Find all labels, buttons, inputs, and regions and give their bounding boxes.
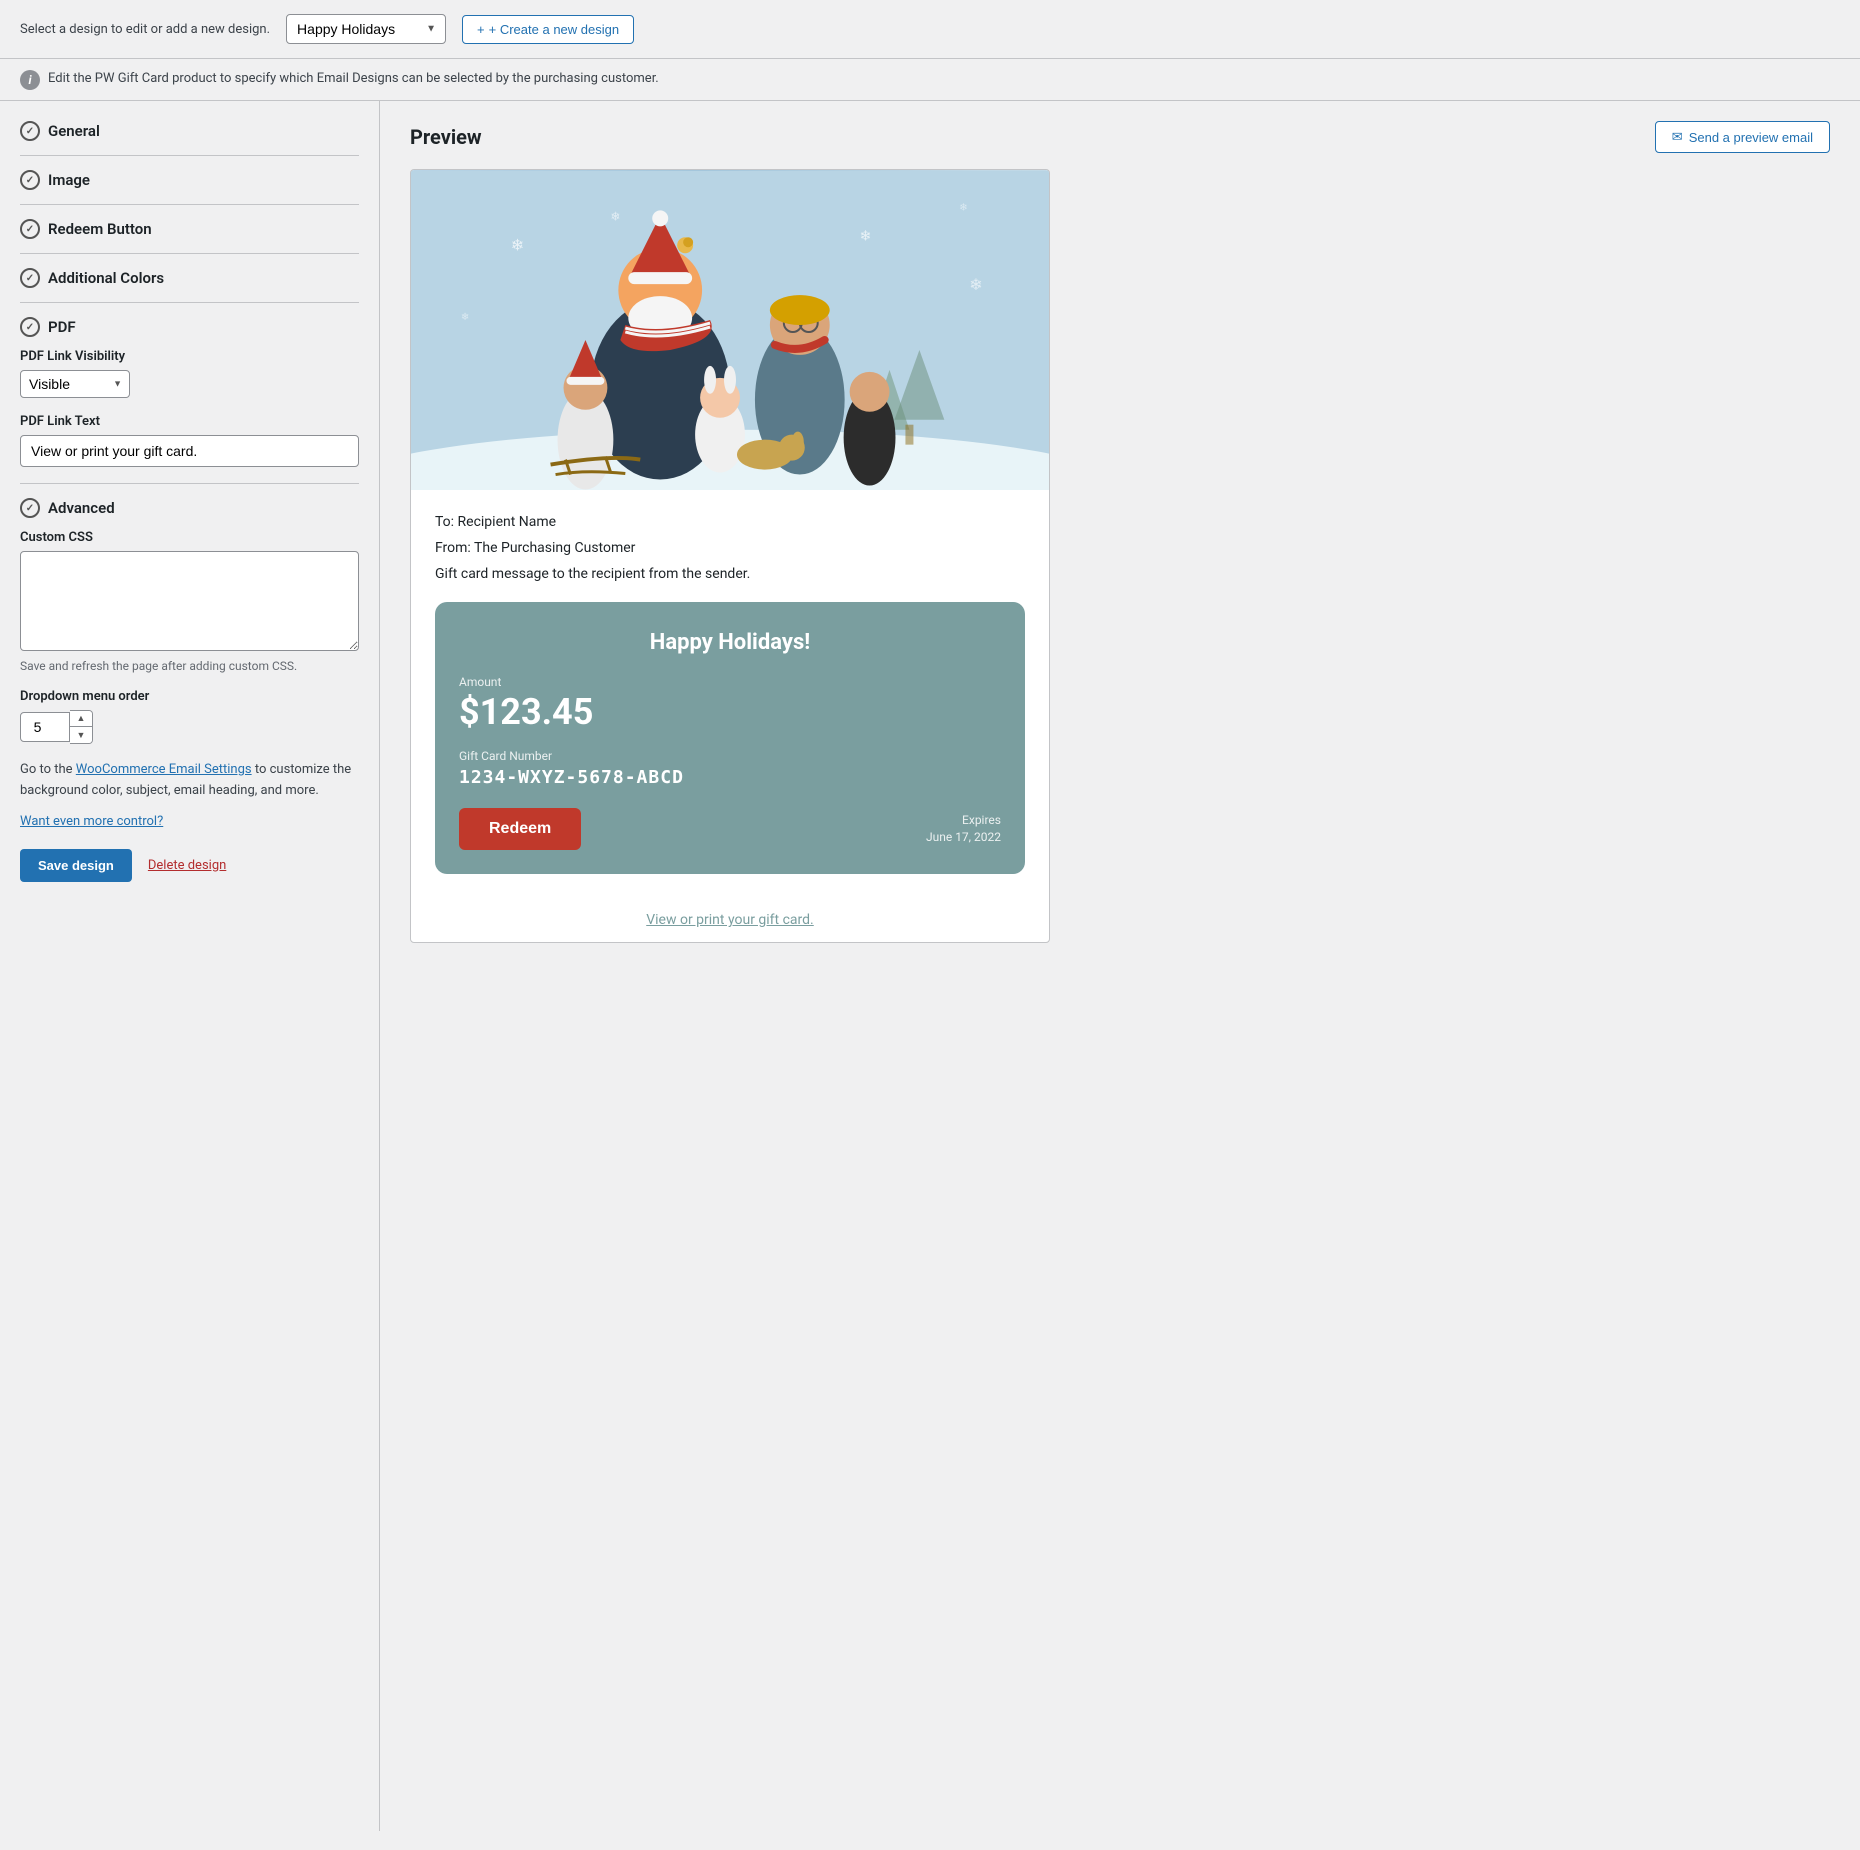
custom-css-hint: Save and refresh the page after adding c… [20, 659, 359, 673]
section-redeem-label: Redeem Button [48, 220, 152, 238]
gc-amount: $123.45 [459, 691, 1001, 733]
chevron-advanced-icon: ✓ [20, 498, 40, 518]
preview-message: Gift card message to the recipient from … [435, 566, 1025, 582]
preview-to: To: Recipient Name [435, 514, 1025, 530]
custom-css-label: Custom CSS [20, 530, 359, 545]
sidebar: ✓ General ✓ Image ✓ Redeem Button ✓ Addi… [0, 101, 380, 1831]
stepper-up-button[interactable]: ▲ [70, 711, 92, 727]
divider-redeem [20, 253, 359, 254]
email-preview-card: ❄ ❄ ❄ ❄ ❄ ❄ To: Recipie [410, 169, 1050, 943]
preview-area: Preview ✉ Send a preview email [380, 101, 1860, 1831]
gc-expires-label: Expires [962, 813, 1001, 827]
dropdown-order-label: Dropdown menu order [20, 689, 359, 704]
divider-advanced [20, 483, 359, 484]
design-select[interactable]: Happy Holidays Christmas Classic Birthda… [286, 14, 446, 44]
stepper-down-button[interactable]: ▼ [70, 727, 92, 743]
section-pdf-label: PDF [48, 318, 76, 336]
plus-icon: + [477, 22, 485, 37]
actions-row: Save design Delete design [20, 849, 359, 882]
gc-expires-date: June 17, 2022 [926, 830, 1001, 844]
preview-title: Preview [410, 125, 482, 149]
section-general-label: General [48, 122, 100, 140]
custom-css-group: Custom CSS Save and refresh the page aft… [20, 530, 359, 673]
preview-footer: View or print your gift card. [411, 898, 1049, 942]
chevron-colors-icon: ✓ [20, 268, 40, 288]
dropdown-order-group: Dropdown menu order ▲ ▼ [20, 689, 359, 744]
send-preview-label: Send a preview email [1689, 130, 1813, 145]
chevron-redeem-icon: ✓ [20, 219, 40, 239]
section-additional-colors[interactable]: ✓ Additional Colors [20, 268, 359, 288]
preview-header: Preview ✉ Send a preview email [410, 121, 1830, 153]
holiday-illustration: ❄ ❄ ❄ ❄ ❄ ❄ [411, 170, 1049, 490]
chevron-image-icon: ✓ [20, 170, 40, 190]
send-preview-email-button[interactable]: ✉ Send a preview email [1655, 121, 1830, 153]
pdf-visibility-select-wrapper: Visible Hidden [20, 370, 130, 398]
delete-design-link[interactable]: Delete design [148, 858, 226, 873]
design-select-label: Select a design to edit or add a new des… [20, 22, 270, 37]
pdf-link-text-label: PDF Link Text [20, 414, 359, 429]
svg-text:❄: ❄ [969, 275, 982, 294]
divider-general [20, 155, 359, 156]
divider-image [20, 204, 359, 205]
gc-title: Happy Holidays! [459, 630, 1001, 655]
divider-colors [20, 302, 359, 303]
section-image[interactable]: ✓ Image [20, 170, 359, 190]
info-icon: i [20, 70, 40, 90]
view-print-link[interactable]: View or print your gift card. [646, 912, 814, 928]
section-image-label: Image [48, 171, 90, 189]
top-bar: Select a design to edit or add a new des… [0, 0, 1860, 59]
svg-text:❄: ❄ [959, 202, 967, 213]
chevron-pdf-icon: ✓ [20, 317, 40, 337]
pdf-visibility-select[interactable]: Visible Hidden [20, 370, 130, 398]
woo-settings-link[interactable]: WooCommerce Email Settings [76, 762, 252, 777]
pdf-link-text-input[interactable] [20, 435, 359, 467]
dropdown-order-stepper: ▲ ▼ [20, 710, 359, 744]
gift-card-box: Happy Holidays! Amount $123.45 Gift Card… [435, 602, 1025, 874]
stepper-buttons: ▲ ▼ [70, 710, 93, 744]
settings-text: Go to the WooCommerce Email Settings to … [20, 760, 359, 802]
envelope-icon: ✉ [1672, 129, 1683, 145]
svg-text:❄: ❄ [461, 312, 469, 323]
create-design-label: + Create a new design [489, 22, 619, 37]
preview-from: From: The Purchasing Customer [435, 540, 1025, 556]
section-colors-label: Additional Colors [48, 269, 164, 287]
info-bar: i Edit the PW Gift Card product to speci… [0, 59, 1860, 101]
gc-number: 1234-WXYZ-5678-ABCD [459, 767, 1001, 788]
info-text: Edit the PW Gift Card product to specify… [48, 69, 659, 89]
save-design-button[interactable]: Save design [20, 849, 132, 882]
dropdown-order-input[interactable] [20, 712, 70, 742]
section-advanced[interactable]: ✓ Advanced [20, 498, 359, 518]
want-control-link[interactable]: Want even more control? [20, 814, 359, 829]
section-advanced-label: Advanced [48, 499, 115, 517]
svg-text:❄: ❄ [860, 228, 872, 244]
gc-number-label: Gift Card Number [459, 749, 1001, 763]
svg-text:❄: ❄ [610, 209, 620, 223]
chevron-general-icon: ✓ [20, 121, 40, 141]
pdf-link-text-group: PDF Link Text [20, 414, 359, 467]
custom-css-textarea[interactable] [20, 551, 359, 651]
design-select-wrapper: Happy Holidays Christmas Classic Birthda… [286, 14, 446, 44]
preview-body: To: Recipient Name From: The Purchasing … [411, 490, 1049, 898]
gc-expires: Expires June 17, 2022 [926, 812, 1001, 846]
section-general[interactable]: ✓ General [20, 121, 359, 141]
gc-amount-label: Amount [459, 675, 1001, 689]
preview-image-area: ❄ ❄ ❄ ❄ ❄ ❄ [411, 170, 1049, 490]
create-design-button[interactable]: + + Create a new design [462, 15, 634, 44]
pdf-link-visibility-group: PDF Link Visibility Visible Hidden [20, 349, 359, 398]
pdf-visibility-label: PDF Link Visibility [20, 349, 359, 364]
section-redeem-button[interactable]: ✓ Redeem Button [20, 219, 359, 239]
redeem-button[interactable]: Redeem [459, 808, 581, 850]
section-pdf[interactable]: ✓ PDF [20, 317, 359, 337]
main-layout: ✓ General ✓ Image ✓ Redeem Button ✓ Addi… [0, 101, 1860, 1831]
gc-bottom-row: Redeem Expires June 17, 2022 [459, 808, 1001, 850]
svg-text:❄: ❄ [511, 235, 524, 254]
